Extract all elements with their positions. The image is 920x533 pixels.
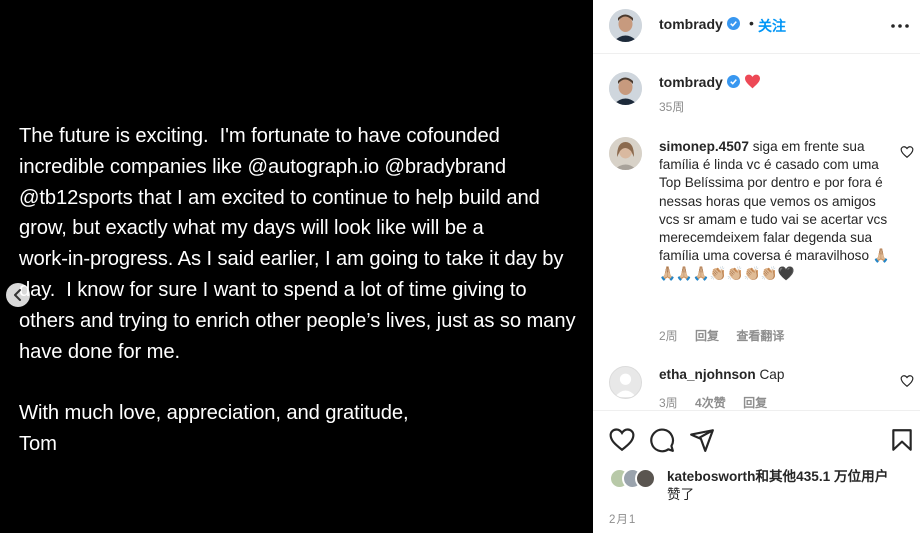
media-paragraph-2: With much love, appreciation, and gratit… [19, 402, 409, 455]
avatar-image [609, 137, 642, 170]
previous-slide-button[interactable] [6, 283, 30, 307]
author-avatar[interactable] [609, 9, 642, 42]
comment-button[interactable] [649, 427, 675, 453]
comment-1-text: simonep.4507 siga em frente sua família … [659, 138, 891, 284]
caption-timestamp[interactable]: 35周 [659, 98, 684, 115]
post-actions: katebosworth和其他435.1 万位用户 赞了 2月1 [593, 410, 920, 533]
verified-badge-icon [726, 75, 740, 88]
comment-1-time[interactable]: 2周 [659, 329, 678, 343]
author-username-text[interactable]: tombrady [659, 16, 723, 32]
commenter-avatar[interactable] [609, 366, 642, 399]
more-horizontal-icon [891, 24, 909, 28]
avatar-image [609, 9, 642, 42]
bookmark-icon [892, 429, 912, 451]
comment-1-meta: 2周 回复 查看翻译 [659, 327, 798, 344]
likes-suffix: 赞了 [667, 487, 695, 502]
post-sidebar: tombrady • 关注 tombrady 35周 simonep.4507 … [593, 0, 920, 533]
likes-summary: katebosworth和其他435.1 万位用户 赞了 [667, 468, 907, 504]
likes-others[interactable]: 和其他435.1 万位用户 [755, 469, 888, 484]
post-image-text: The future is exciting. I'm fortunate to… [19, 121, 584, 460]
comment-1-body: siga em frente sua família é linda vc é … [659, 139, 890, 282]
caption-username-text[interactable]: tombrady [659, 74, 723, 90]
media-paragraph-1: The future is exciting. I'm fortunate to… [19, 125, 576, 363]
like-comment-1-button[interactable] [900, 145, 914, 159]
comment-1-reply-button[interactable]: 回复 [695, 329, 719, 343]
heart-outline-icon [900, 146, 914, 158]
comment-2-reply-button[interactable]: 回复 [743, 396, 767, 410]
send-icon [690, 429, 714, 452]
comment-2-time[interactable]: 3周 [659, 396, 678, 410]
separator-dot: • [749, 15, 754, 31]
follow-button[interactable]: 关注 [758, 16, 786, 36]
comment-1-translate-button[interactable]: 查看翻译 [736, 329, 784, 343]
comment-2-text: etha_njohnson Cap [659, 367, 784, 382]
comment-2-username[interactable]: etha_njohnson [659, 367, 756, 382]
red-heart-icon [744, 74, 760, 89]
comment-2-body: Cap [759, 367, 785, 382]
likes-first-user[interactable]: katebosworth [667, 469, 755, 484]
caption-author-avatar[interactable] [609, 72, 642, 105]
save-button[interactable] [889, 427, 915, 453]
caption-username[interactable]: tombrady [659, 74, 761, 90]
comment-1-username[interactable]: simonep.4507 [659, 139, 749, 154]
author-username[interactable]: tombrady [659, 16, 740, 32]
heart-outline-icon [609, 428, 635, 452]
comment-icon [650, 428, 675, 453]
comment-2-likes[interactable]: 4次赞 [695, 396, 726, 410]
default-avatar-icon [614, 373, 637, 398]
post-header: tombrady • 关注 [593, 0, 920, 54]
commenter-avatar[interactable] [609, 137, 642, 170]
like-comment-2-button[interactable] [900, 374, 914, 388]
like-button[interactable] [609, 427, 635, 453]
more-options-button[interactable] [889, 16, 911, 36]
avatar-image [609, 72, 642, 105]
verified-badge-icon [726, 17, 740, 30]
post-media: The future is exciting. I'm fortunate to… [0, 0, 593, 533]
liker-avatars[interactable] [609, 468, 665, 490]
share-button[interactable] [689, 427, 715, 453]
heart-outline-icon [900, 375, 914, 387]
comment-2-meta: 3周 4次赞 回复 [659, 394, 781, 411]
post-date[interactable]: 2月1 [609, 511, 636, 527]
chevron-left-icon [14, 289, 21, 301]
liker-avatar-3 [635, 468, 656, 489]
